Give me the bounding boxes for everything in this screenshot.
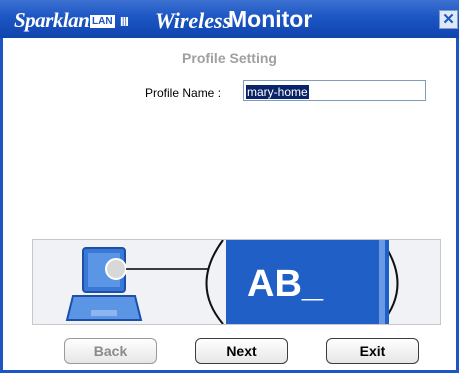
profile-name-value: mary-home xyxy=(246,85,309,99)
brand-logo: Sparklan xyxy=(14,8,90,32)
profile-name-label: Profile Name : xyxy=(145,86,222,100)
profile-name-input[interactable]: mary-home xyxy=(243,80,426,101)
wizard-illustration: AB_ xyxy=(32,239,441,325)
window-title-monitor: Monitor xyxy=(228,6,313,32)
back-button[interactable]: Back xyxy=(64,338,157,364)
next-button[interactable]: Next xyxy=(195,338,288,364)
close-icon: ✕ xyxy=(442,11,455,28)
window-title-wireless: Wireless xyxy=(155,8,232,33)
connector-node xyxy=(105,258,127,280)
close-button[interactable]: ✕ xyxy=(439,10,458,29)
window-titlebar: Sparklan LAN III Wireless Monitor ✕ xyxy=(0,0,459,38)
brand-bars: III xyxy=(120,14,129,29)
left-arc xyxy=(205,240,224,324)
exit-button[interactable]: Exit xyxy=(326,338,419,364)
screen-text: AB_ xyxy=(247,263,324,305)
brand-badge: LAN xyxy=(90,15,115,28)
laptop-icon xyxy=(65,247,143,321)
section-title: Profile Setting xyxy=(182,50,277,66)
window-frame-left xyxy=(0,38,3,373)
illustration-graphic xyxy=(65,240,399,324)
